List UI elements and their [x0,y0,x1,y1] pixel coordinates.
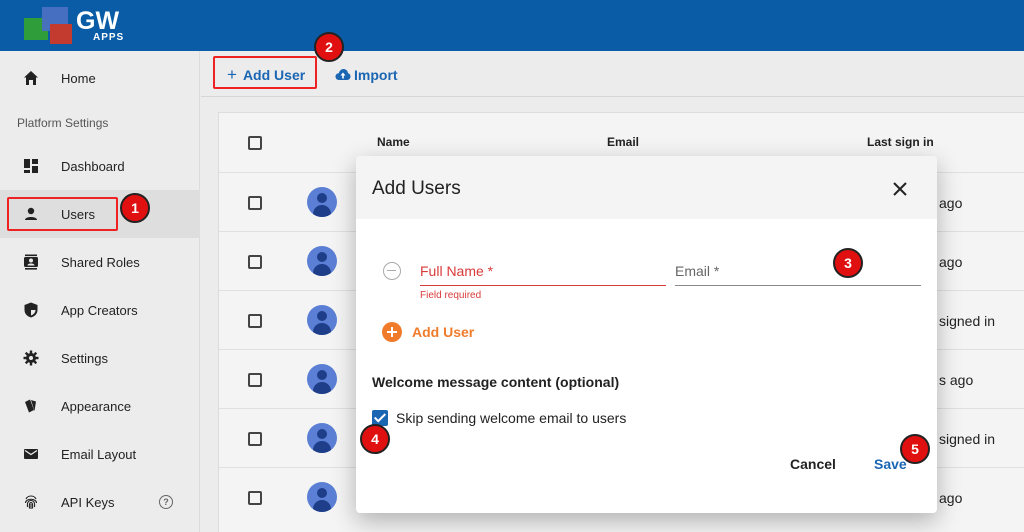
avatar [307,423,337,453]
sidebar-item-api-keys[interactable]: API Keys ? [0,478,200,526]
gear-icon [22,349,40,367]
column-header-name: Name [377,135,410,149]
email-placeholder: Email * [675,263,720,279]
appearance-icon [22,397,40,415]
last-sign-in-cell: ago [939,254,963,270]
sidebar-item-label: API Keys [61,494,115,510]
sidebar-item-label: App Creators [61,302,138,318]
row-checkbox[interactable] [248,432,262,446]
sidebar-item-appearance[interactable]: Appearance [0,382,200,430]
full-name-placeholder: Full Name * [420,263,494,279]
add-user-row-button[interactable]: Add User [382,322,474,342]
sidebar-item-label: Email Layout [61,446,137,462]
annotation-highlight-users [7,197,118,231]
annotation-badge-1: 1 [120,193,150,223]
roles-icon [22,253,40,271]
skip-welcome-label[interactable]: Skip sending welcome email to users [396,410,626,426]
select-all-checkbox[interactable] [248,136,262,150]
avatar [307,482,337,512]
annotation-badge-4: 4 [360,424,390,454]
cloud-upload-icon [335,68,351,82]
add-circle-icon [382,322,402,342]
close-icon[interactable] [891,180,909,198]
sidebar-item-label: Appearance [61,398,132,414]
save-button[interactable]: Save [874,456,907,472]
sidebar-heading: Platform Settings [17,116,109,130]
sidebar-item-home[interactable]: Home [0,54,200,102]
column-header-last-sign-in: Last sign in [867,135,934,149]
sidebar-item-label: Home [61,70,96,86]
import-label: Import [354,67,398,83]
full-name-field[interactable]: Full Name * [420,256,666,286]
sidebar-item-app-creators[interactable]: App Creators [0,286,200,334]
app-logo[interactable]: GW APPS [24,6,134,46]
row-checkbox[interactable] [248,373,262,387]
cancel-button[interactable]: Cancel [790,456,836,472]
sidebar-item-label: Dashboard [61,158,125,174]
avatar [307,187,337,217]
welcome-message-heading: Welcome message content (optional) [372,374,620,390]
fingerprint-icon [22,493,40,511]
dashboard-icon [22,157,40,175]
column-header-email: Email [607,135,640,149]
last-sign-in-cell: s ago [939,372,974,388]
mail-icon [22,445,40,463]
avatar [307,305,337,335]
sidebar-item-shared-roles[interactable]: Shared Roles [0,238,200,286]
email-field[interactable]: Email * [675,256,921,286]
logo-red-square [50,24,72,44]
annotation-badge-3: 3 [833,248,863,278]
add-users-dialog: Add Users Full Name * Field required Ema… [356,156,937,513]
sidebar-item-label: Settings [61,350,108,366]
logo-subtext: APPS [93,32,125,43]
help-icon[interactable]: ? [159,495,173,509]
last-sign-in-cell: ago [939,490,963,506]
row-checkbox[interactable] [248,255,262,269]
sidebar-item-settings[interactable]: Settings [0,334,200,382]
email-underline [675,285,921,286]
top-bar: GW APPS [0,0,1024,51]
sidebar-item-email-layout[interactable]: Email Layout [0,430,200,478]
shield-icon [22,301,40,319]
annotation-badge-2: 2 [314,32,344,62]
sidebar-item-dashboard[interactable]: Dashboard [0,142,200,190]
import-button[interactable]: Import [335,63,398,87]
last-sign-in-cell: ago [939,195,963,211]
last-sign-in-cell: signed in [939,313,996,329]
add-user-row-label: Add User [412,324,475,340]
avatar [307,246,337,276]
last-sign-in-cell: signed in [939,431,996,447]
annotation-highlight-add-user [213,56,317,89]
sidebar: Home Platform Settings Dashboard Users S… [0,51,200,532]
dialog-header: Add Users [356,156,937,219]
dialog-title: Add Users [372,178,461,199]
home-icon [22,69,40,87]
sidebar-item-label: Shared Roles [61,254,140,270]
row-checkbox[interactable] [248,491,262,505]
avatar [307,364,337,394]
annotation-badge-5: 5 [900,434,930,464]
row-checkbox[interactable] [248,196,262,210]
full-name-error: Field required [420,290,482,301]
remove-row-icon[interactable] [383,262,401,280]
full-name-underline [420,285,666,286]
row-checkbox[interactable] [248,314,262,328]
